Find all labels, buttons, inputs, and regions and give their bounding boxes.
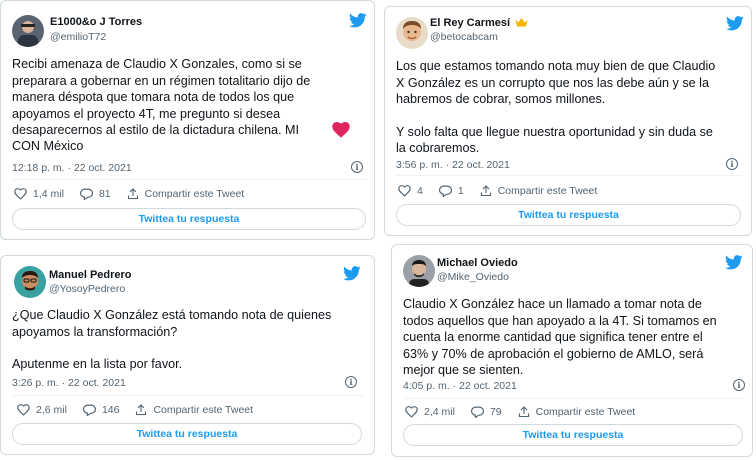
tweet-text: Los que estamos tomando nota muy bien de… bbox=[396, 58, 750, 157]
info-icon[interactable]: i bbox=[733, 379, 745, 391]
like-button[interactable]: 1,4 mil bbox=[14, 188, 64, 200]
tweet-timestamp[interactable]: 12:18 p. m. · 22 oct. 2021 bbox=[12, 162, 132, 174]
reply-button[interactable]: 146 bbox=[82, 404, 120, 416]
reply-tweet-button[interactable]: Twittea tu respuesta bbox=[403, 424, 743, 446]
like-button[interactable]: 2,4 mil bbox=[405, 406, 455, 418]
author-name[interactable]: El Rey Carmesí bbox=[430, 17, 528, 29]
tweet-text-body-2: Y solo falta que llegue nuestra oportuni… bbox=[396, 124, 713, 156]
like-count: 2,4 mil bbox=[424, 406, 455, 418]
avatar[interactable] bbox=[12, 15, 44, 47]
tweet-timestamp[interactable]: 4:05 p. m. · 22 oct. 2021 bbox=[403, 380, 517, 392]
divider bbox=[396, 175, 743, 176]
divider bbox=[403, 398, 745, 399]
avatar[interactable] bbox=[396, 17, 428, 49]
tweet-text: Recibi amenaza de Claudio X Gonzales, co… bbox=[12, 56, 372, 139]
like-count: 2,6 mil bbox=[36, 404, 67, 416]
reply-tweet-button[interactable]: Twittea tu respuesta bbox=[396, 204, 741, 226]
author-name-text: El Rey Carmesí bbox=[430, 17, 511, 29]
avatar[interactable] bbox=[14, 266, 46, 298]
twitter-bird-icon[interactable] bbox=[343, 266, 361, 281]
heart-icon bbox=[405, 406, 418, 418]
author-name[interactable]: Manuel Pedrero bbox=[49, 269, 132, 281]
share-label: Compartir este Tweet bbox=[144, 188, 245, 200]
tweet-text-body: ¿Que Claudio X González está tomando not… bbox=[12, 308, 332, 339]
tweet-card: El Rey Carmesí @betocabcam Los que estam… bbox=[384, 6, 752, 236]
twitter-bird-icon[interactable] bbox=[726, 16, 744, 31]
heart-icon bbox=[398, 185, 411, 197]
share-icon bbox=[127, 188, 138, 200]
share-button[interactable]: Compartir este Tweet bbox=[127, 188, 245, 200]
author-handle[interactable]: @Mike_Oviedo bbox=[437, 271, 509, 283]
tweet-actions: 1,4 mil 81 Compartir este Tweet bbox=[14, 188, 260, 200]
avatar[interactable] bbox=[403, 255, 435, 287]
heart-icon bbox=[14, 188, 27, 200]
like-count: 4 bbox=[417, 185, 423, 197]
author-name[interactable]: Michael Oviedo bbox=[437, 257, 518, 269]
divider bbox=[12, 395, 364, 396]
reply-button[interactable]: 1 bbox=[438, 185, 464, 197]
share-icon bbox=[518, 406, 529, 418]
share-button[interactable]: Compartir este Tweet bbox=[518, 406, 636, 418]
reply-button[interactable]: 79 bbox=[470, 406, 502, 418]
share-icon bbox=[480, 185, 491, 197]
author-handle[interactable]: @YosoyPedrero bbox=[49, 283, 125, 295]
tweet-card: Michael Oviedo @Mike_Oviedo Claudio X Go… bbox=[391, 244, 753, 457]
share-label: Compartir este Tweet bbox=[497, 185, 598, 197]
author-handle[interactable]: @betocabcam bbox=[430, 31, 498, 43]
heart-icon bbox=[17, 404, 30, 416]
share-label: Compartir este Tweet bbox=[535, 406, 636, 418]
tweet-text: Claudio X González hace un llamado a tom… bbox=[403, 296, 753, 379]
share-button[interactable]: Compartir este Tweet bbox=[480, 185, 598, 197]
like-button[interactable]: 2,6 mil bbox=[17, 404, 67, 416]
twitter-bird-icon[interactable] bbox=[725, 255, 743, 270]
share-button[interactable]: Compartir este Tweet bbox=[135, 404, 253, 416]
twitter-bird-icon[interactable] bbox=[349, 13, 367, 28]
tweet-text-tail: CON México bbox=[12, 139, 84, 153]
tweet-text: ¿Que Claudio X González está tomando not… bbox=[12, 307, 372, 373]
reply-tweet-button[interactable]: Twittea tu respuesta bbox=[12, 208, 366, 230]
reply-count: 79 bbox=[489, 406, 502, 418]
share-icon bbox=[136, 404, 147, 416]
reply-icon bbox=[438, 185, 452, 197]
reply-count: 81 bbox=[98, 188, 111, 200]
reply-icon bbox=[470, 406, 484, 418]
reply-button[interactable]: 81 bbox=[79, 188, 111, 200]
tweet-card: Manuel Pedrero @YosoyPedrero ¿Que Claudi… bbox=[0, 255, 375, 455]
tweet-actions: 4 1 Compartir este Tweet bbox=[398, 185, 613, 197]
author-handle[interactable]: @emilioT72 bbox=[50, 31, 106, 43]
tweet-card: E1000&o J Torres @emilioT72 Recibi amena… bbox=[0, 0, 375, 240]
reply-icon bbox=[82, 404, 96, 416]
like-count: 1,4 mil bbox=[33, 188, 64, 200]
share-label: Compartir este Tweet bbox=[153, 404, 254, 416]
info-icon[interactable]: i bbox=[726, 158, 738, 170]
info-icon[interactable]: i bbox=[345, 376, 357, 388]
like-button[interactable]: 4 bbox=[398, 185, 423, 197]
red-heart-icon bbox=[332, 122, 350, 138]
tweet-timestamp[interactable]: 3:56 p. m. · 22 oct. 2021 bbox=[396, 159, 510, 171]
reply-count: 1 bbox=[457, 185, 464, 197]
tweet-text-body-2: Aputenme en la lista por favor. bbox=[12, 357, 183, 371]
tweet-actions: 2,6 mil 146 Compartir este Tweet bbox=[17, 404, 269, 416]
crown-icon bbox=[515, 18, 528, 27]
tweet-text-body: Recibi amenaza de Claudio X Gonzales, co… bbox=[12, 57, 311, 137]
divider bbox=[12, 179, 367, 180]
tweet-timestamp[interactable]: 3:26 p. m. · 22 oct. 2021 bbox=[12, 377, 126, 389]
tweet-actions: 2,4 mil 79 Compartir este Tweet bbox=[405, 406, 651, 418]
author-name[interactable]: E1000&o J Torres bbox=[50, 16, 142, 28]
info-icon[interactable]: i bbox=[351, 161, 363, 173]
reply-count: 146 bbox=[101, 404, 120, 416]
reply-tweet-button[interactable]: Twittea tu respuesta bbox=[12, 423, 362, 445]
reply-icon bbox=[79, 188, 93, 200]
tweet-text-body: Los que estamos tomando nota muy bien de… bbox=[396, 59, 716, 106]
tweet-text-body: Claudio X González hace un llamado a tom… bbox=[403, 297, 717, 377]
